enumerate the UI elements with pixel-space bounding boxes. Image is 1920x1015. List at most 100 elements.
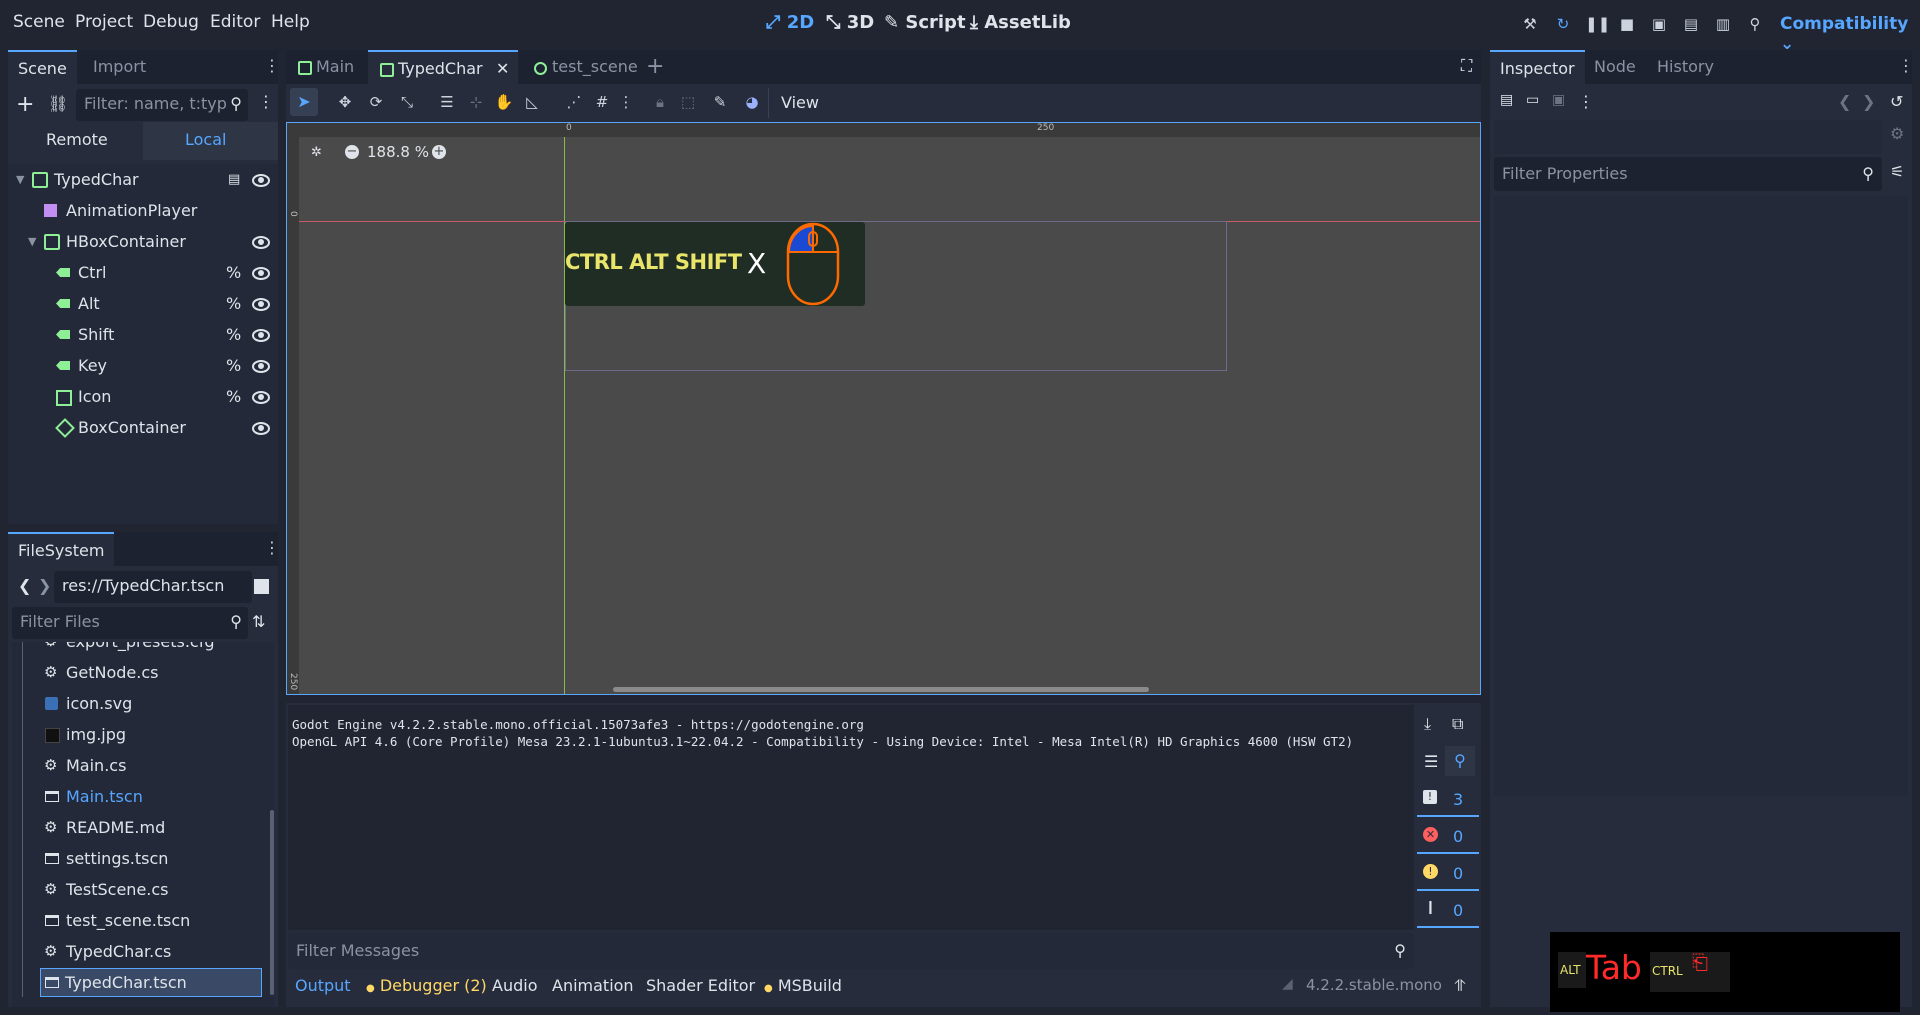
- pause-icon[interactable]: ❚❚: [1585, 14, 1610, 34]
- tree-item-animationplayer[interactable]: AnimationPlayer: [8, 196, 278, 226]
- add-node-icon[interactable]: +: [16, 92, 34, 117]
- unique-name-icon[interactable]: %: [226, 320, 241, 350]
- mode-3d-button[interactable]: ⤡ 3D: [826, 12, 874, 33]
- lock-icon[interactable]: 🔒︎: [650, 92, 670, 112]
- hammer-icon[interactable]: ⚒: [1520, 14, 1540, 34]
- more-vert-icon[interactable]: ⋮: [264, 538, 280, 557]
- stop-icon[interactable]: ■: [1617, 14, 1637, 34]
- tab-filesystem[interactable]: FileSystem: [8, 532, 115, 566]
- sort-icon[interactable]: ⇅: [252, 612, 265, 631]
- zoom-out-icon[interactable]: −: [345, 145, 359, 159]
- horizontal-scrollbar[interactable]: [613, 687, 1149, 692]
- unique-name-icon[interactable]: %: [226, 351, 241, 381]
- zoom-level[interactable]: 188.8 %: [367, 143, 429, 161]
- ruler-tool-icon[interactable]: ◺: [522, 92, 542, 112]
- editor-messages-counter[interactable]: ❙ 0: [1417, 896, 1479, 928]
- more-vert-icon[interactable]: ⋮: [1898, 56, 1914, 75]
- chevron-down-icon[interactable]: ▼: [16, 165, 24, 195]
- visibility-eye-icon[interactable]: [252, 422, 270, 435]
- tab-test-scene[interactable]: test_scene: [522, 50, 648, 84]
- filter-files-input[interactable]: Filter Files ⚲: [12, 607, 248, 639]
- back-icon[interactable]: ❮: [18, 576, 31, 595]
- collapse-icon[interactable]: ☰: [1424, 752, 1438, 771]
- visibility-eye-icon[interactable]: [252, 360, 270, 373]
- menu-help[interactable]: Help: [271, 12, 310, 32]
- file-item[interactable]: ⚙ GetNode.cs: [12, 657, 252, 688]
- tree-item-key[interactable]: Key %: [8, 351, 278, 381]
- warnings-counter[interactable]: ! 0: [1417, 859, 1479, 891]
- scene-filter-input[interactable]: Filter: name, t:typ ⚲: [76, 89, 248, 121]
- clear-output-icon[interactable]: ⤓: [1424, 714, 1431, 734]
- reload-icon[interactable]: ↻: [1553, 14, 1573, 34]
- path-input[interactable]: res://TypedChar.tscn: [54, 571, 252, 603]
- tab-msbuild[interactable]: ● MSBuild: [764, 976, 842, 995]
- remote-button[interactable]: Remote: [46, 130, 108, 149]
- menu-scene[interactable]: Scene: [13, 12, 65, 32]
- remote-debug-icon[interactable]: ▣: [1649, 14, 1669, 34]
- history-back-icon[interactable]: ❮: [1838, 92, 1851, 111]
- object-props-icon[interactable]: ⚙: [1890, 124, 1904, 143]
- version-label[interactable]: 4.2.2.stable.mono: [1306, 976, 1442, 994]
- menu-editor[interactable]: Editor: [210, 12, 260, 32]
- fullscreen-icon[interactable]: ⛶: [1461, 56, 1472, 76]
- pivot-tool-icon[interactable]: ⊹: [466, 92, 486, 112]
- unique-name-icon[interactable]: %: [226, 289, 241, 319]
- play-scene-icon[interactable]: ▤: [1681, 14, 1701, 34]
- select-tool-icon[interactable]: ➤: [290, 88, 318, 116]
- open-folder-icon[interactable]: ▭: [1526, 92, 1539, 108]
- file-item[interactable]: test_scene.tscn: [12, 905, 252, 936]
- bone-icon[interactable]: ✎: [710, 92, 730, 112]
- tree-item-shift[interactable]: Shift %: [8, 320, 278, 350]
- messages-counter[interactable]: ! 3: [1417, 785, 1479, 817]
- history-forward-icon[interactable]: ❯: [1862, 92, 1875, 111]
- file-item[interactable]: ⚙ README.md: [12, 812, 252, 843]
- scrollbar[interactable]: [270, 810, 274, 995]
- file-item-selected[interactable]: TypedChar.tscn: [40, 968, 262, 997]
- file-item[interactable]: settings.tscn: [12, 843, 252, 874]
- filter-messages-input[interactable]: Filter Messages ⚲: [288, 933, 1414, 969]
- tab-shader-editor[interactable]: Shader Editor: [646, 976, 755, 995]
- chevron-down-icon[interactable]: ▼: [28, 227, 36, 257]
- selectable-list-icon[interactable]: ☰: [437, 92, 457, 112]
- pin-panel-icon[interactable]: ⥣: [1454, 976, 1466, 996]
- file-item[interactable]: ⚙ TestScene.cs: [12, 874, 252, 905]
- tab-node[interactable]: Node: [1584, 50, 1646, 84]
- pan-tool-icon[interactable]: ✋: [494, 92, 514, 112]
- smart-snap-icon[interactable]: ⋰: [564, 92, 584, 112]
- split-view-icon[interactable]: [254, 579, 269, 594]
- renderer-select[interactable]: Compatibility ⌄: [1780, 14, 1920, 54]
- property-options-icon[interactable]: ⚟: [1890, 162, 1904, 181]
- movie-maker-icon[interactable]: ⚲: [1745, 14, 1765, 34]
- save-icon[interactable]: ▣: [1552, 92, 1565, 108]
- history-icon[interactable]: ↺: [1890, 92, 1903, 111]
- canvas-viewport[interactable]: 0 250 0 250 ✲ − 188.8 % + CTRL ALT SHIFT…: [286, 122, 1481, 695]
- tree-item-icon[interactable]: Icon %: [8, 382, 278, 412]
- tree-item-alt[interactable]: Alt %: [8, 289, 278, 319]
- script-attached-icon[interactable]: ▤: [228, 165, 240, 195]
- tab-animation[interactable]: Animation: [552, 976, 634, 995]
- errors-counter[interactable]: ✕ 0: [1417, 822, 1479, 854]
- tab-audio[interactable]: Audio: [492, 976, 537, 995]
- file-item[interactable]: ⚙ TypedChar.cs: [12, 936, 252, 967]
- mode-2d-button[interactable]: ⤢ 2D: [766, 12, 814, 33]
- rotate-tool-icon[interactable]: ⟳: [366, 92, 386, 112]
- link-icon[interactable]: ⛓: [48, 94, 68, 113]
- tab-inspector[interactable]: Inspector: [1490, 50, 1585, 84]
- menu-project[interactable]: Project: [75, 12, 133, 32]
- new-resource-icon[interactable]: ▤: [1500, 92, 1513, 108]
- tab-import[interactable]: Import: [83, 50, 156, 84]
- tab-main[interactable]: Main: [286, 50, 364, 84]
- unique-name-icon[interactable]: %: [226, 258, 241, 288]
- tab-history[interactable]: History: [1647, 50, 1724, 84]
- grid-snap-icon[interactable]: #: [592, 92, 612, 112]
- tree-item-boxcontainer[interactable]: BoxContainer: [8, 413, 278, 443]
- visibility-eye-icon[interactable]: [252, 298, 270, 311]
- zoom-in-icon[interactable]: +: [432, 145, 446, 159]
- tab-debugger[interactable]: ● Debugger (2): [366, 976, 487, 995]
- mode-script-button[interactable]: ✎ Script: [884, 12, 966, 33]
- more-vert-icon[interactable]: ⋮: [1578, 92, 1594, 111]
- tree-item-ctrl[interactable]: Ctrl %: [8, 258, 278, 288]
- visibility-eye-icon[interactable]: [252, 329, 270, 342]
- mode-assetlib-button[interactable]: ⤓ AssetLib: [970, 12, 1071, 33]
- visibility-eye-icon[interactable]: [252, 267, 270, 280]
